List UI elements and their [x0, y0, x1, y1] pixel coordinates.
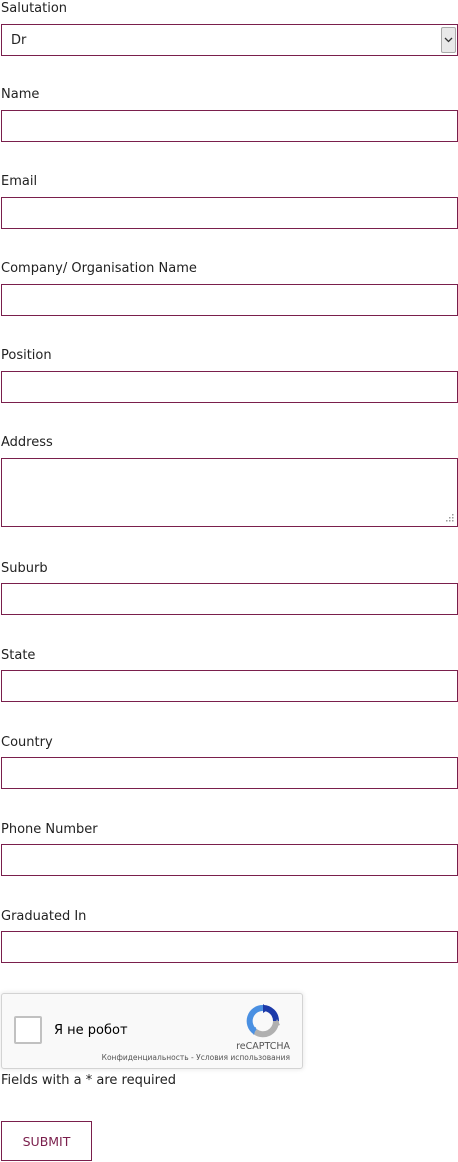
email-label: Email: [1, 174, 38, 189]
phone-label: Phone Number: [1, 822, 98, 837]
recaptcha-brand: reCAPTCHA: [236, 1041, 290, 1052]
graduated-label: Graduated In: [1, 909, 87, 924]
recaptcha-privacy-link[interactable]: Конфиденциальность: [102, 1053, 189, 1062]
recaptcha-terms-link[interactable]: Условия использования: [196, 1053, 290, 1062]
recaptcha-logo-icon: [246, 1004, 280, 1038]
recaptcha-checkbox[interactable]: [14, 1016, 42, 1044]
recaptcha-label: Я не робот: [54, 1023, 128, 1038]
phone-input[interactable]: [1, 844, 458, 876]
company-input[interactable]: [1, 284, 458, 316]
name-label: Name: [1, 87, 40, 102]
address-label: Address: [1, 435, 53, 450]
suburb-label: Suburb: [1, 561, 48, 576]
position-label: Position: [1, 348, 52, 363]
name-input[interactable]: [1, 110, 458, 142]
salutation-select[interactable]: Dr: [1, 24, 458, 56]
submit-button[interactable]: SUBMIT: [1, 1121, 92, 1161]
required-fields-note: Fields with a * are required: [1, 1073, 176, 1088]
chevron-down-icon[interactable]: [441, 27, 456, 53]
suburb-input[interactable]: [1, 583, 458, 615]
salutation-selected-value: Dr: [11, 33, 27, 48]
country-input[interactable]: [1, 757, 458, 789]
salutation-label: Salutation: [1, 1, 68, 16]
position-input[interactable]: [1, 371, 458, 403]
recaptcha-widget: Я не робот reCAPTCHA Конфиденциальность …: [1, 993, 303, 1069]
state-label: State: [1, 648, 36, 663]
country-label: Country: [1, 735, 53, 750]
state-input[interactable]: [1, 670, 458, 702]
company-label: Company/ Organisation Name: [1, 261, 197, 276]
recaptcha-links: Конфиденциальность - Условия использован…: [102, 1053, 290, 1062]
email-input[interactable]: [1, 197, 458, 229]
graduated-input[interactable]: [1, 931, 458, 963]
address-textarea[interactable]: [1, 458, 458, 527]
resize-grip-icon[interactable]: [445, 513, 455, 523]
